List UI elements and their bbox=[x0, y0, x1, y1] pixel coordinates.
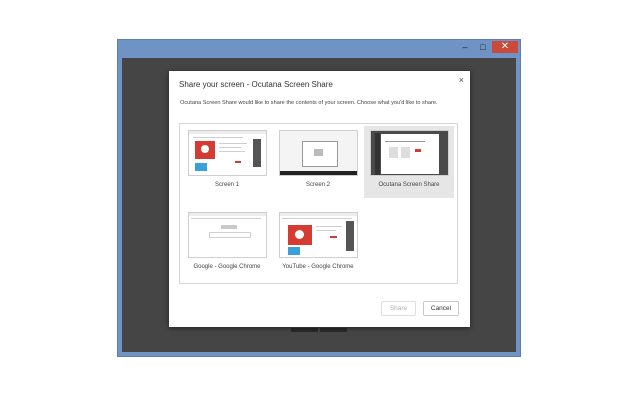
source-label: Ocutana Screen Share bbox=[378, 182, 440, 188]
source-thumbnail bbox=[370, 130, 449, 176]
window-controls: – □ ✕ bbox=[456, 41, 518, 54]
background-toolbar bbox=[291, 328, 347, 332]
source-item-screen-1[interactable]: Screen 1 bbox=[182, 126, 272, 198]
source-item-ocutana-screen-share[interactable]: Ocutana Screen Share bbox=[364, 126, 454, 198]
window-close-button[interactable]: ✕ bbox=[492, 41, 518, 53]
source-label: Screen 1 bbox=[214, 182, 239, 188]
source-thumbnail bbox=[188, 212, 267, 258]
source-item-youtube-chrome[interactable]: YouTube - Google Chrome bbox=[273, 208, 363, 280]
source-label: Google - Google Chrome bbox=[193, 264, 261, 270]
maximize-button[interactable]: □ bbox=[474, 41, 492, 53]
share-button[interactable]: Share bbox=[381, 301, 416, 316]
source-thumbnail bbox=[279, 130, 358, 176]
source-thumbnail bbox=[188, 130, 267, 176]
dialog-description: Ocutana Screen Share would like to share… bbox=[180, 100, 438, 106]
source-thumbnail bbox=[279, 212, 358, 258]
source-label: YouTube - Google Chrome bbox=[282, 264, 354, 270]
source-item-google-chrome[interactable]: Google - Google Chrome bbox=[182, 208, 272, 280]
minimize-button[interactable]: – bbox=[456, 41, 474, 53]
cancel-button[interactable]: Cancel bbox=[423, 301, 459, 316]
source-list: Screen 1 Screen 2 Ocutana Screen Share G… bbox=[179, 123, 458, 284]
source-label: Screen 2 bbox=[305, 182, 330, 188]
dialog-title: Share your screen - Ocutana Screen Share bbox=[179, 80, 333, 89]
source-item-screen-2[interactable]: Screen 2 bbox=[273, 126, 363, 198]
dialog-close-icon[interactable]: × bbox=[459, 75, 464, 85]
share-screen-dialog: Share your screen - Ocutana Screen Share… bbox=[169, 71, 470, 327]
